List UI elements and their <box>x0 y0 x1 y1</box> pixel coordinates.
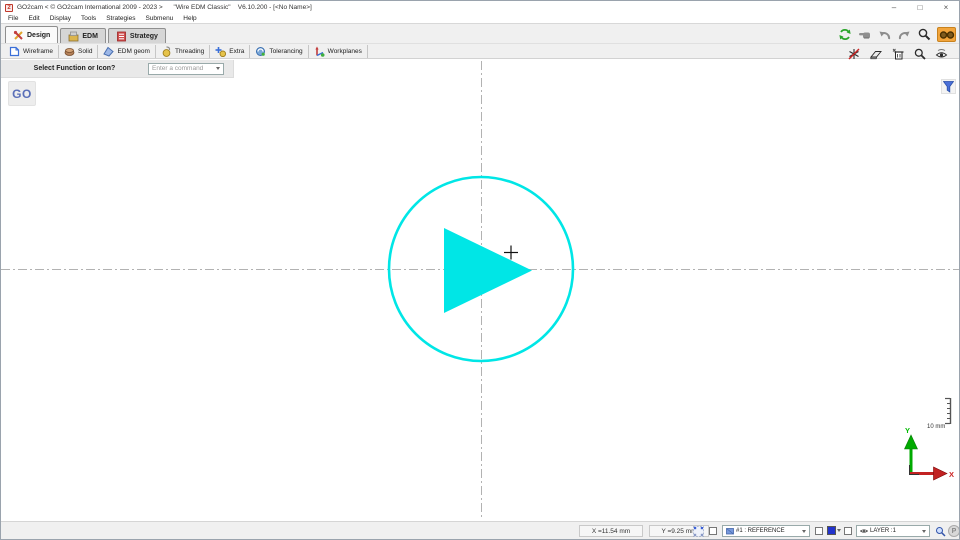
go2cam-window: 10 mm Y X 2 GO2cam < © GO2cam Internatio… <box>0 0 960 540</box>
chevron-down-icon <box>922 530 926 533</box>
menu-bar: File Edit Display Tools Strategies Subme… <box>1 14 959 23</box>
function-bar: Select Function or Icon? Enter a command <box>1 60 234 78</box>
tab-edm-label: EDM <box>82 33 98 40</box>
color-swatch <box>827 526 836 535</box>
app-icon: 2 <box>5 4 13 12</box>
command-combobox[interactable]: Enter a command <box>148 63 224 75</box>
menu-display[interactable]: Display <box>45 15 76 22</box>
tolerancing-icon <box>255 46 266 57</box>
zoom-search-icon[interactable] <box>917 27 932 42</box>
go-logo-button[interactable]: GO <box>8 81 36 106</box>
layer-combobox[interactable]: LAYER :1 <box>856 525 930 537</box>
parameters-label: P <box>952 528 957 535</box>
extra-icon <box>215 46 226 57</box>
edm-geom-icon <box>103 46 114 57</box>
minimize-button[interactable]: – <box>881 1 907 14</box>
delete-all-icon[interactable] <box>846 46 861 61</box>
scale-indicator: 10 mm <box>927 398 951 430</box>
visibility-eye-icon[interactable] <box>934 46 949 61</box>
x-axis-label: X <box>949 470 954 479</box>
workplanes-button[interactable]: Workplanes <box>309 45 368 58</box>
tab-strategy[interactable]: Strategy <box>108 28 166 43</box>
edm-machine-icon <box>68 31 79 42</box>
view-glasses-button[interactable] <box>937 27 956 42</box>
menu-strategies[interactable]: Strategies <box>101 15 140 22</box>
color-checkbox[interactable] <box>815 527 823 535</box>
tab-design[interactable]: Design <box>5 26 58 43</box>
solid-button[interactable]: Solid <box>59 45 98 58</box>
parameters-button[interactable]: P <box>948 525 960 537</box>
y-axis-label: Y <box>905 426 910 435</box>
x-coordinate-value: X =11.54 mm <box>592 528 630 535</box>
chevron-down-icon <box>216 67 220 70</box>
current-color-picker[interactable] <box>827 526 841 535</box>
wireframe-label: Wireframe <box>23 48 53 55</box>
close-button[interactable]: × <box>933 1 959 14</box>
reference-checkbox[interactable] <box>709 527 717 535</box>
tab-design-label: Design <box>27 32 50 39</box>
design-tools-icon <box>13 30 24 41</box>
glasses-icon <box>939 30 955 40</box>
menu-file[interactable]: File <box>3 15 23 22</box>
menu-help[interactable]: Help <box>178 15 201 22</box>
menu-tools[interactable]: Tools <box>76 15 101 22</box>
crosshair-cursor <box>504 246 518 260</box>
maximize-button[interactable]: □ <box>907 1 933 14</box>
workplanes-label: Workplanes <box>328 48 362 55</box>
reference-combobox-value: #1 : REFERENCE <box>736 528 800 534</box>
chevron-down-icon <box>837 529 841 532</box>
menu-edit[interactable]: Edit <box>23 15 44 22</box>
solid-label: Solid <box>78 48 92 55</box>
scale-label: 10 mm <box>927 424 945 430</box>
workplanes-icon <box>314 46 325 57</box>
zoom-detail-icon[interactable] <box>912 46 927 61</box>
drawing-canvas[interactable]: 10 mm Y X <box>1 1 960 540</box>
edm-geom-label: EDM geom <box>117 48 150 55</box>
filter-funnel-icon <box>943 81 954 93</box>
tab-row: Design EDM Strategy <box>1 23 959 43</box>
x-coordinate-display: X =11.54 mm <box>579 525 643 537</box>
extra-button[interactable]: Extra <box>210 45 250 58</box>
window-title: GO2cam < © GO2cam International 2009 - 2… <box>17 4 312 11</box>
menu-submenu[interactable]: Submenu <box>140 15 178 22</box>
edm-geom-button[interactable]: EDM geom <box>98 45 156 58</box>
toolbar: Wireframe Solid EDM geom Threading Extra <box>1 43 959 59</box>
wireframe-icon <box>9 46 20 57</box>
strategy-list-icon <box>116 31 127 42</box>
layer-eye-icon <box>860 528 868 534</box>
threading-button[interactable]: Threading <box>156 45 210 58</box>
workplane-grid-icon[interactable] <box>692 525 704 537</box>
layer-checkbox[interactable] <box>844 527 852 535</box>
layer-combobox-value: LAYER :1 <box>870 528 920 534</box>
hand-pointer-icon[interactable] <box>857 27 872 42</box>
tolerancing-label: Tolerancing <box>269 48 302 55</box>
extra-label: Extra <box>229 48 244 55</box>
tolerancing-button[interactable]: Tolerancing <box>250 45 308 58</box>
chevron-down-icon <box>802 530 806 533</box>
solid-icon <box>64 46 75 57</box>
status-bar: X =11.54 mm Y =9.25 mm #1 : REFERENCE LA… <box>1 521 959 539</box>
redo-icon[interactable] <box>897 27 912 42</box>
refresh-icon[interactable] <box>837 27 852 42</box>
tab-strategy-label: Strategy <box>130 33 158 40</box>
threading-icon <box>161 46 172 57</box>
function-prompt-label: Select Function or Icon? <box>1 65 148 72</box>
tab-edm[interactable]: EDM <box>60 28 106 43</box>
eraser-icon[interactable] <box>868 46 883 61</box>
undo-icon[interactable] <box>877 27 892 42</box>
reference-plane-icon <box>726 527 734 535</box>
reference-combobox[interactable]: #1 : REFERENCE <box>722 525 810 537</box>
threading-label: Threading <box>175 48 204 55</box>
clean-bucket-icon[interactable] <box>890 46 905 61</box>
filter-button[interactable] <box>941 79 956 94</box>
go-logo-label: GO <box>12 87 32 101</box>
wireframe-button[interactable]: Wireframe <box>4 45 59 58</box>
triangle-entity[interactable] <box>444 228 532 313</box>
command-placeholder: Enter a command <box>152 65 216 72</box>
layer-zoom-icon[interactable] <box>934 525 946 537</box>
title-bar: 2 GO2cam < © GO2cam International 2009 -… <box>1 1 959 14</box>
axis-triad: Y X <box>905 426 955 480</box>
